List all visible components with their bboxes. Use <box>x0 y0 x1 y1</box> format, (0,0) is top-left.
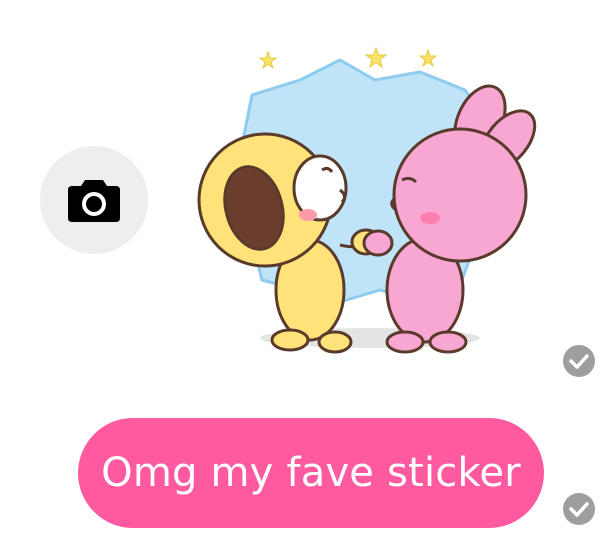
camera-button[interactable] <box>40 146 148 254</box>
read-check-icon <box>563 345 595 377</box>
sticker-image <box>197 46 537 354</box>
message-bubble[interactable]: Omg my fave sticker <box>78 418 544 528</box>
sticker-message[interactable] <box>190 40 550 360</box>
read-check-icon <box>563 493 595 525</box>
message-text: Omg my fave sticker <box>101 450 521 496</box>
camera-icon <box>68 180 120 222</box>
